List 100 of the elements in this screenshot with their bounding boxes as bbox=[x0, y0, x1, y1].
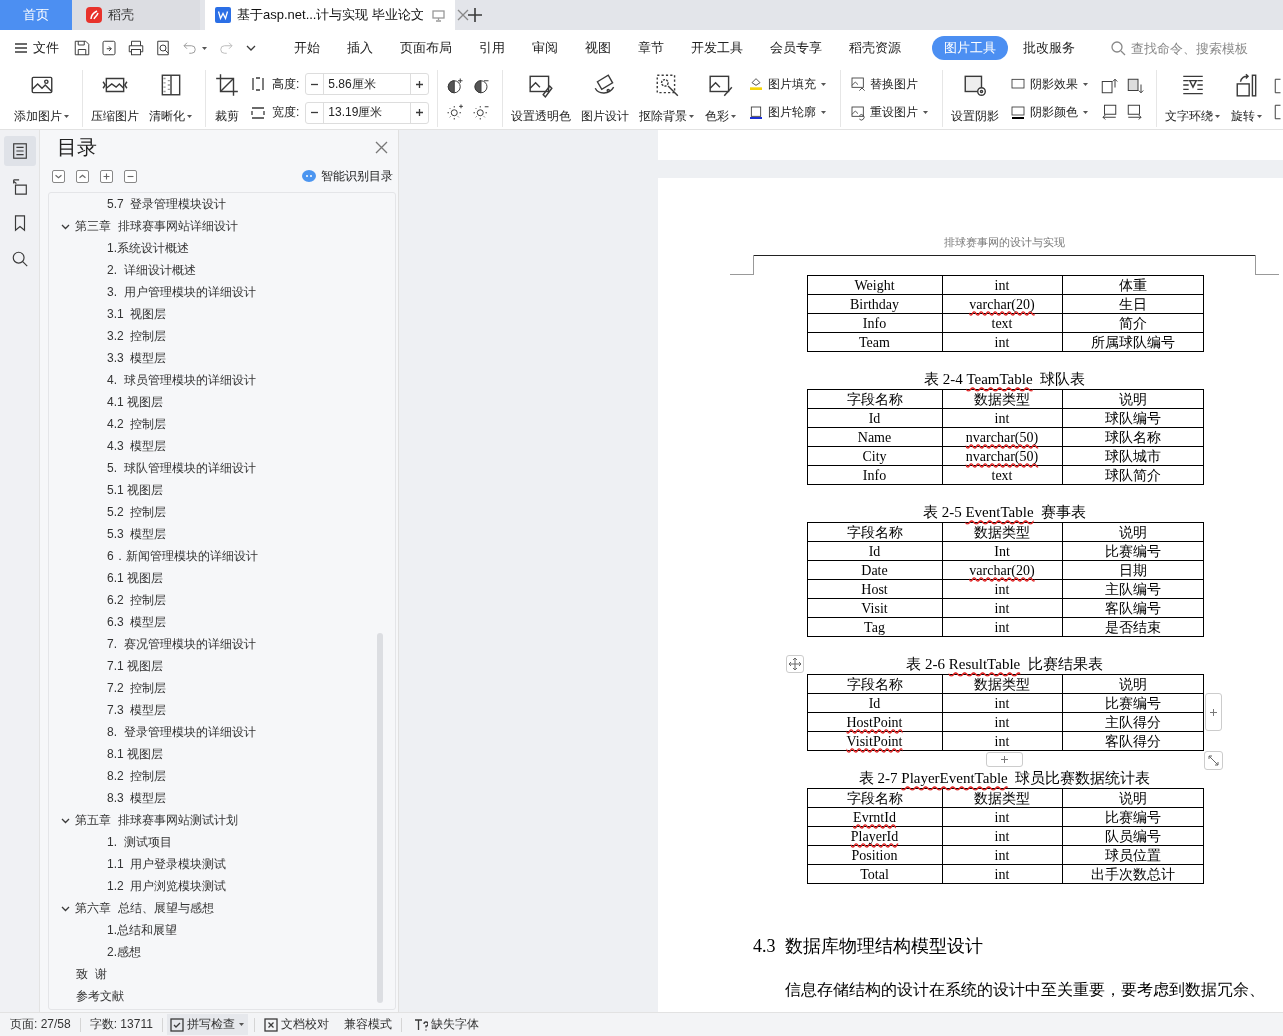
add-row-button[interactable] bbox=[985, 752, 1023, 767]
contrast-plus-icon[interactable] bbox=[446, 76, 465, 95]
ribbon-button[interactable]: 抠除背景 bbox=[635, 70, 700, 127]
ribbon-tab[interactable]: 章节 bbox=[626, 36, 676, 60]
collapse-level-button[interactable] bbox=[124, 169, 137, 183]
toc-item[interactable]: 3.3 模型层 bbox=[49, 347, 395, 369]
toc-item[interactable]: 3.1 视图层 bbox=[49, 303, 395, 325]
toc-item[interactable]: 3. 用户管理模块的详细设计 bbox=[49, 281, 395, 303]
expand-all-button[interactable] bbox=[52, 169, 65, 183]
toc-item[interactable]: 参考文献 bbox=[49, 985, 395, 1007]
resize-table-handle[interactable] bbox=[1203, 751, 1223, 770]
sidebar-tab[interactable] bbox=[3, 136, 36, 166]
toc-item[interactable]: 8.2 控制层 bbox=[49, 765, 395, 787]
ribbon-tab[interactable]: 开始 bbox=[282, 36, 332, 60]
toc-item[interactable]: 8.1 视图层 bbox=[49, 743, 395, 765]
collapse-all-button[interactable] bbox=[76, 169, 89, 183]
ribbon-button[interactable]: 设置阴影 bbox=[947, 70, 1004, 127]
toc-item[interactable]: 6.3 模型层 bbox=[49, 611, 395, 633]
ribbon-button[interactable]: 添加图片 bbox=[10, 70, 74, 127]
ribbon-tab[interactable]: 视图 bbox=[573, 36, 623, 60]
ribbon-button[interactable]: 图片填充 bbox=[745, 73, 831, 95]
ribbon-button[interactable]: 替换图片 bbox=[847, 73, 933, 95]
toc-item[interactable]: 6．新闻管理模块的详细设计 bbox=[49, 545, 395, 567]
ribbon-button[interactable]: 设置透明色 bbox=[507, 70, 576, 127]
toc-item[interactable]: 4.3 模型层 bbox=[49, 435, 395, 457]
toc-item[interactable]: 8. 登录管理模块的详细设计 bbox=[49, 721, 395, 743]
ribbon-button[interactable]: 压缩图片 bbox=[87, 70, 143, 127]
toc-item[interactable]: 5.3 模型层 bbox=[49, 523, 395, 545]
toc-item[interactable]: 5. 球队管理模块的详细设计 bbox=[49, 457, 395, 479]
toc-item[interactable]: 5.7 登录管理模块设计 bbox=[49, 193, 395, 215]
close-icon[interactable] bbox=[375, 140, 388, 154]
ribbon-tab[interactable]: 稻壳资源 bbox=[837, 36, 913, 60]
ribbon-button[interactable]: 色彩 bbox=[701, 70, 742, 127]
save-icon[interactable] bbox=[73, 39, 91, 57]
search-field[interactable]: 查找命令、搜索模板 bbox=[1129, 39, 1283, 57]
left-arrow-box-icon[interactable] bbox=[1100, 102, 1119, 121]
toc-item[interactable]: 6.2 控制层 bbox=[49, 589, 395, 611]
toc-item[interactable]: 第三章 排球赛事网站详细设计 bbox=[75, 217, 238, 235]
ribbon-tab[interactable]: 审阅 bbox=[520, 36, 570, 60]
down-arrow-box-icon[interactable] bbox=[1126, 76, 1145, 95]
toc-item[interactable]: 致 谢 bbox=[49, 963, 395, 985]
ribbon-button[interactable]: 图片设计 bbox=[577, 70, 634, 127]
table-cell: nvarchar(50) bbox=[942, 427, 1062, 447]
print-preview-icon[interactable] bbox=[154, 39, 172, 57]
toc-item[interactable]: 7.2 控制层 bbox=[49, 677, 395, 699]
toc-item[interactable]: 4. 球员管理模块的详细设计 bbox=[49, 369, 395, 391]
app-tab[interactable]: 稻壳 bbox=[72, 0, 200, 30]
ribbon-tab[interactable]: 页面布局 bbox=[388, 36, 464, 60]
ribbon-button[interactable]: 旋转 bbox=[1227, 70, 1268, 127]
toc-item[interactable]: 6.1 视图层 bbox=[49, 567, 395, 589]
toc-item[interactable]: 1.系统设计概述 bbox=[49, 237, 395, 259]
ribbon-button[interactable]: 重设图片 bbox=[847, 102, 933, 124]
toc-item[interactable]: 3.2 控制层 bbox=[49, 325, 395, 347]
proofread-button[interactable]: 文档校对 bbox=[260, 1014, 332, 1035]
toc-item[interactable]: 第六章 总结、展望与感想 bbox=[75, 899, 214, 917]
table-cell: Total bbox=[807, 864, 942, 884]
toc-item[interactable]: 4.1 视图层 bbox=[49, 391, 395, 413]
plus-icon[interactable] bbox=[467, 7, 483, 23]
ribbon-button[interactable]: 图片轮廓 bbox=[745, 102, 831, 124]
ribbon-button[interactable]: 文字环绕 bbox=[1161, 70, 1226, 127]
expand-level-button[interactable] bbox=[100, 169, 113, 183]
toc-item[interactable]: 4.2 控制层 bbox=[49, 413, 395, 435]
size-field[interactable]: 13.19厘米 bbox=[305, 101, 430, 124]
right-arrow-box-icon[interactable] bbox=[1126, 102, 1145, 121]
toc-item[interactable]: 1. 测试项目 bbox=[49, 831, 395, 853]
file-menu-button[interactable]: 文件 bbox=[14, 39, 59, 57]
move-table-handle[interactable] bbox=[785, 655, 804, 673]
toc-item[interactable]: 8.3 模型层 bbox=[49, 787, 395, 809]
smart-toc-link[interactable]: 智能识别目录 bbox=[321, 167, 393, 185]
toc-item[interactable]: 2.感想 bbox=[49, 941, 395, 963]
sun-plus-icon[interactable] bbox=[446, 102, 465, 121]
ribbon-button[interactable]: 阴影颜色 bbox=[1007, 102, 1093, 124]
close-icon[interactable] bbox=[457, 9, 470, 21]
ribbon-tab[interactable]: 批改服务 bbox=[1011, 36, 1087, 60]
missing-fonts-button[interactable]: 缺失字体 bbox=[410, 1014, 482, 1035]
toc-item[interactable]: 5.1 视图层 bbox=[49, 479, 395, 501]
toc-item[interactable]: 1.总结和展望 bbox=[49, 919, 395, 941]
ribbon-button[interactable]: 裁剪 bbox=[210, 70, 244, 127]
plus-icon[interactable] bbox=[415, 79, 425, 89]
plus-icon[interactable] bbox=[415, 108, 425, 118]
ribbon-tab[interactable]: 会员专享 bbox=[758, 36, 834, 60]
ribbon-tab[interactable]: 开发工具 bbox=[679, 36, 755, 60]
toc-item[interactable]: 1.1 用户登录模块测试 bbox=[49, 853, 395, 875]
up-arrow-box-icon[interactable] bbox=[1100, 76, 1119, 95]
ribbon-button[interactable]: 清晰化 bbox=[145, 70, 197, 127]
toc-item[interactable]: 7. 赛况管理模块的详细设计 bbox=[49, 633, 395, 655]
toc-item[interactable]: 5.2 控制层 bbox=[49, 501, 395, 523]
toc-item[interactable]: 2. 详细设计概述 bbox=[49, 259, 395, 281]
scrollbar-thumb[interactable] bbox=[377, 633, 383, 1003]
toc-item[interactable]: 7.3 模型层 bbox=[49, 699, 395, 721]
spell-check-button[interactable]: 拼写检查 bbox=[166, 1014, 248, 1035]
export-icon[interactable] bbox=[100, 39, 118, 57]
print-icon[interactable] bbox=[127, 39, 145, 57]
toc-item[interactable]: 1.2 用户浏览模块测试 bbox=[49, 875, 395, 897]
ribbon-tab[interactable]: 引用 bbox=[467, 36, 517, 60]
toc-item[interactable]: 7.1 视图层 bbox=[49, 655, 395, 677]
size-field[interactable]: 5.86厘米 bbox=[305, 73, 430, 96]
ribbon-tab[interactable]: 插入 bbox=[335, 36, 385, 60]
ribbon-button[interactable]: 阴影效果 bbox=[1007, 73, 1093, 95]
toc-item[interactable]: 第五章 排球赛事网站测试计划 bbox=[75, 811, 238, 829]
